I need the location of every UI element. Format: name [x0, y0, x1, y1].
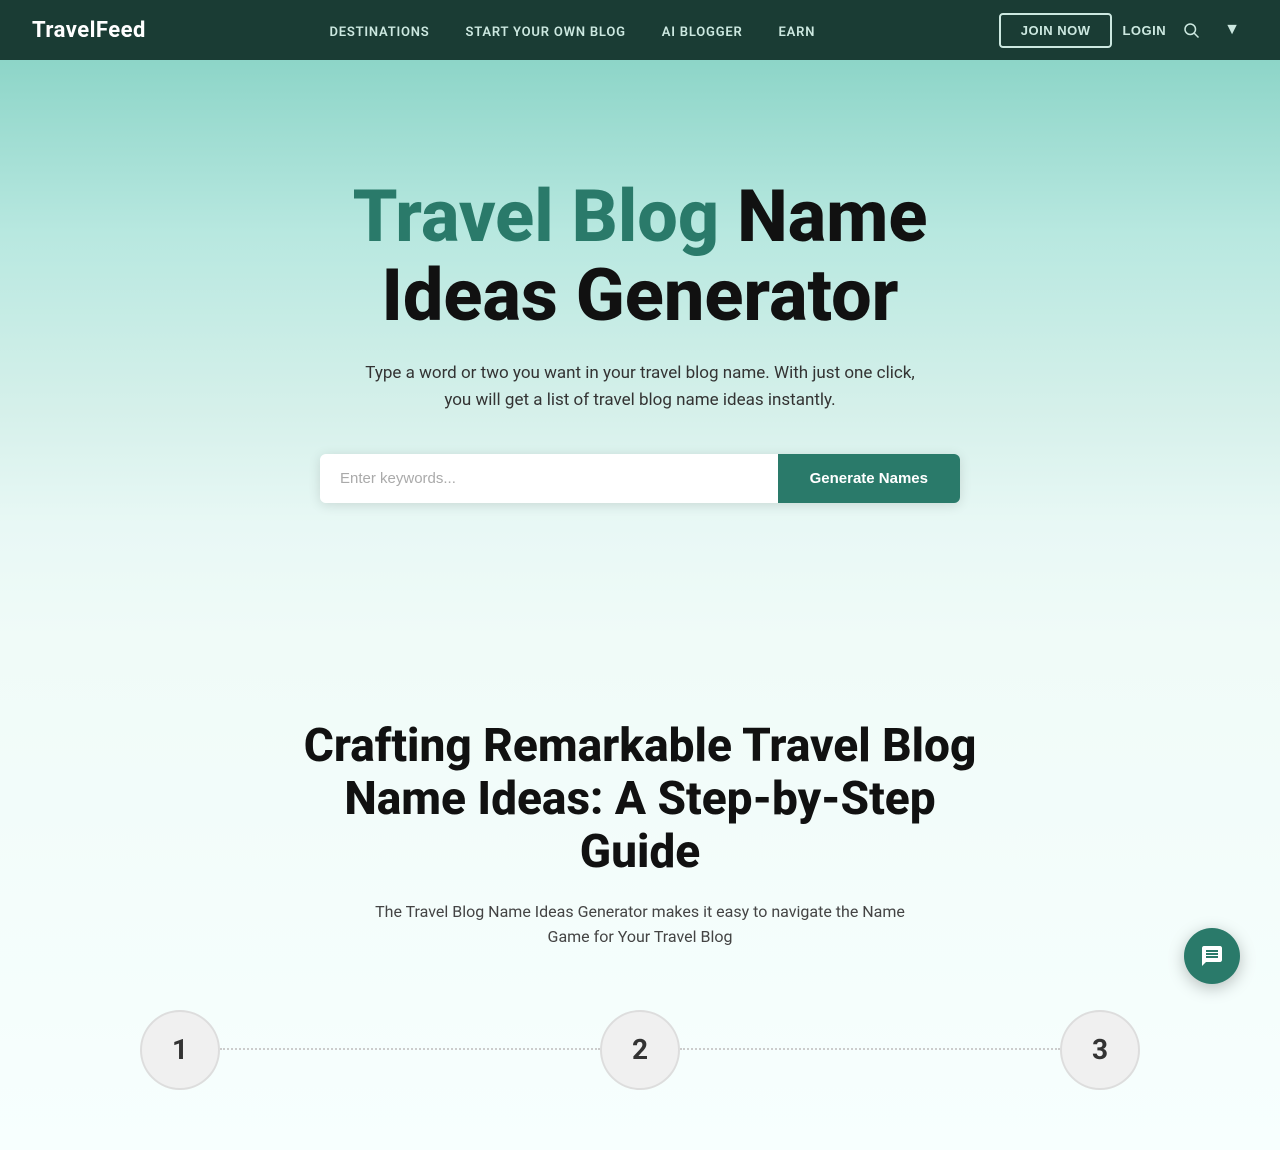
- section-subtitle: The Travel Blog Name Ideas Generator mak…: [360, 899, 920, 950]
- step-connector-1-2: [220, 1048, 600, 1050]
- content-section: Crafting Remarkable Travel Blog Name Ide…: [0, 640, 1280, 1150]
- nav-link-start-blog[interactable]: START YOUR OWN BLOG: [466, 25, 626, 40]
- nav-links: DESTINATIONS START YOUR OWN BLOG AI BLOG…: [329, 21, 815, 40]
- nav-item-ai-blogger[interactable]: AI BLOGGER: [662, 21, 743, 40]
- hero-subtitle: Type a word or two you want in your trav…: [360, 360, 920, 414]
- hero-title: Travel Blog Name Ideas Generator: [290, 177, 990, 335]
- brand-logo[interactable]: TravelFeed: [32, 18, 146, 43]
- step-number-3: 3: [1092, 1033, 1108, 1066]
- step-connector-2-3: [680, 1048, 1060, 1050]
- step-circle-2: 2: [600, 1010, 680, 1090]
- step-item-2: 2: [600, 1010, 680, 1090]
- step-item-1: 1: [140, 1010, 220, 1090]
- step-number-1: 1: [172, 1033, 188, 1066]
- nav-link-ai-blogger[interactable]: AI BLOGGER: [662, 25, 743, 40]
- navbar-actions: JOIN NOW LOGIN ▼: [999, 13, 1248, 48]
- login-button[interactable]: LOGIN: [1122, 23, 1166, 38]
- nav-item-earn[interactable]: EARN: [779, 21, 816, 40]
- generate-button[interactable]: Generate Names: [778, 454, 960, 503]
- nav-link-earn[interactable]: EARN: [779, 25, 816, 40]
- navbar: TravelFeed DESTINATIONS START YOUR OWN B…: [0, 0, 1280, 60]
- nav-link-destinations[interactable]: DESTINATIONS: [329, 25, 429, 40]
- search-icon: [1182, 21, 1200, 39]
- steps-row: 1 2 3: [40, 1010, 1240, 1110]
- search-bar: Generate Names: [320, 454, 960, 503]
- step-item-3: 3: [1060, 1010, 1140, 1090]
- chat-icon: [1200, 944, 1224, 968]
- step-circle-3: 3: [1060, 1010, 1140, 1090]
- section-title: Crafting Remarkable Travel Blog Name Ide…: [290, 720, 990, 879]
- step-circle-1: 1: [140, 1010, 220, 1090]
- hero-section: Travel Blog Name Ideas Generator Type a …: [0, 60, 1280, 640]
- search-button[interactable]: [1176, 15, 1206, 45]
- dropdown-button[interactable]: ▼: [1216, 17, 1248, 43]
- chat-button[interactable]: [1184, 928, 1240, 984]
- join-now-button[interactable]: JOIN NOW: [999, 13, 1113, 48]
- hero-title-accent: Travel Blog: [353, 174, 720, 259]
- chevron-down-icon: ▼: [1224, 21, 1240, 39]
- step-number-2: 2: [632, 1033, 648, 1066]
- nav-item-start-blog[interactable]: START YOUR OWN BLOG: [466, 21, 626, 40]
- keyword-input[interactable]: [320, 454, 778, 503]
- nav-item-destinations[interactable]: DESTINATIONS: [329, 21, 429, 40]
